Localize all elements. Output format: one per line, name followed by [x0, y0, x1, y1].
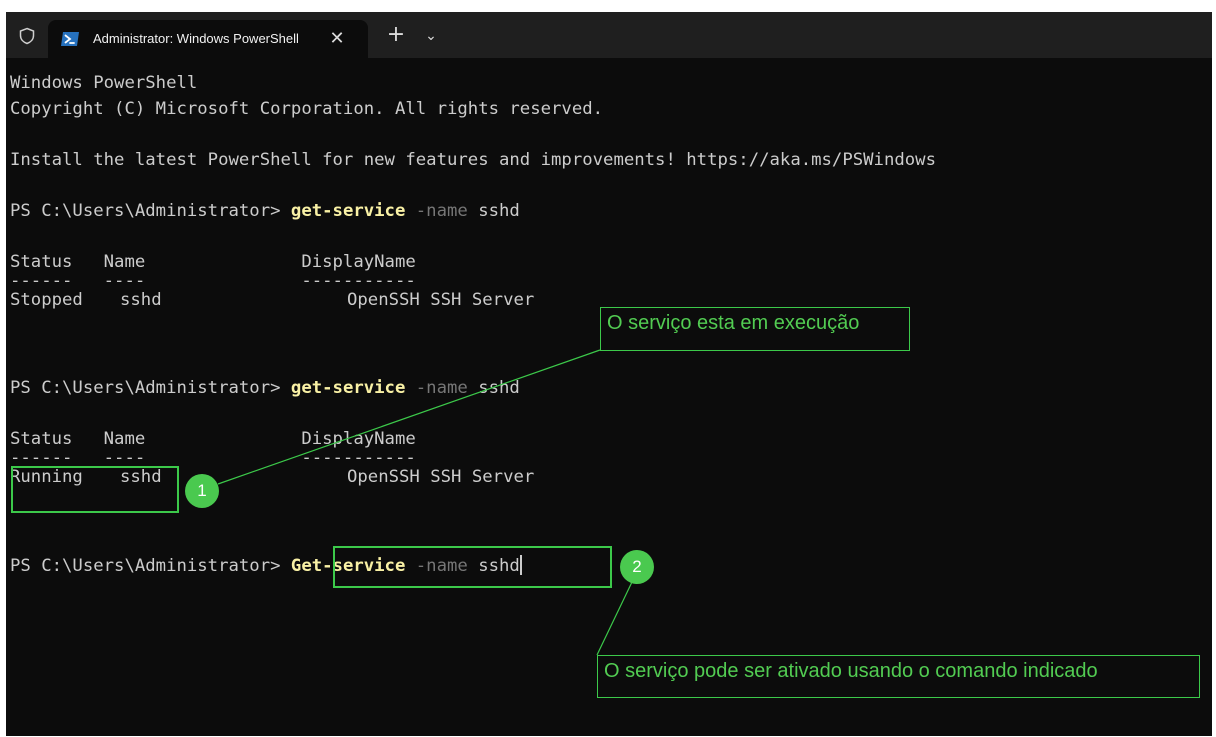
new-tab-button[interactable]: + [384, 24, 408, 48]
command-name: get-service [290, 201, 406, 221]
annotation-callout-1: O serviço esta em execução [600, 307, 910, 351]
table-row: Stopped sshd OpenSSH SSH Server [10, 287, 534, 313]
command-parameter: -name [405, 201, 468, 221]
annotation-badge-2: 2 [620, 550, 654, 584]
annotation-callout-2: O serviço pode ser ativado usando o coma… [597, 655, 1200, 698]
command-argument: sshd [467, 378, 520, 398]
running-row-highlight [11, 466, 179, 513]
command-highlight [333, 546, 612, 588]
tab-powershell[interactable]: Administrator: Windows PowerShell ✕ [48, 20, 368, 58]
chevron-down-icon[interactable]: ⌄ [420, 24, 442, 48]
install-message: Install the latest PowerShell for new fe… [10, 150, 936, 170]
annotation-badge-1: 1 [185, 474, 219, 508]
powershell-icon [61, 32, 79, 46]
command-line-2: PS C:\Users\Administrator> get-service -… [10, 375, 520, 401]
service-name: sshd [120, 290, 162, 310]
shield-icon [19, 27, 35, 45]
prompt: PS C:\Users\Administrator> [10, 201, 291, 221]
command-argument: sshd [467, 201, 520, 221]
service-display-name: OpenSSH SSH Server [347, 290, 535, 310]
service-status: Stopped [10, 290, 83, 310]
service-display-name: OpenSSH SSH Server [347, 467, 535, 487]
tab-title: Administrator: Windows PowerShell [93, 31, 299, 46]
prompt: PS C:\Users\Administrator> [10, 556, 291, 576]
banner-line-1: Windows PowerShell [10, 73, 198, 93]
title-bar: Administrator: Windows PowerShell ✕ + ⌄ [6, 12, 1212, 58]
command-line-1: PS C:\Users\Administrator> get-service -… [10, 198, 520, 224]
command-name: get-service [290, 378, 406, 398]
prompt: PS C:\Users\Administrator> [10, 378, 291, 398]
close-icon[interactable]: ✕ [326, 28, 348, 50]
banner-line-2: Copyright (C) Microsoft Corporation. All… [10, 99, 604, 119]
command-parameter: -name [405, 378, 468, 398]
